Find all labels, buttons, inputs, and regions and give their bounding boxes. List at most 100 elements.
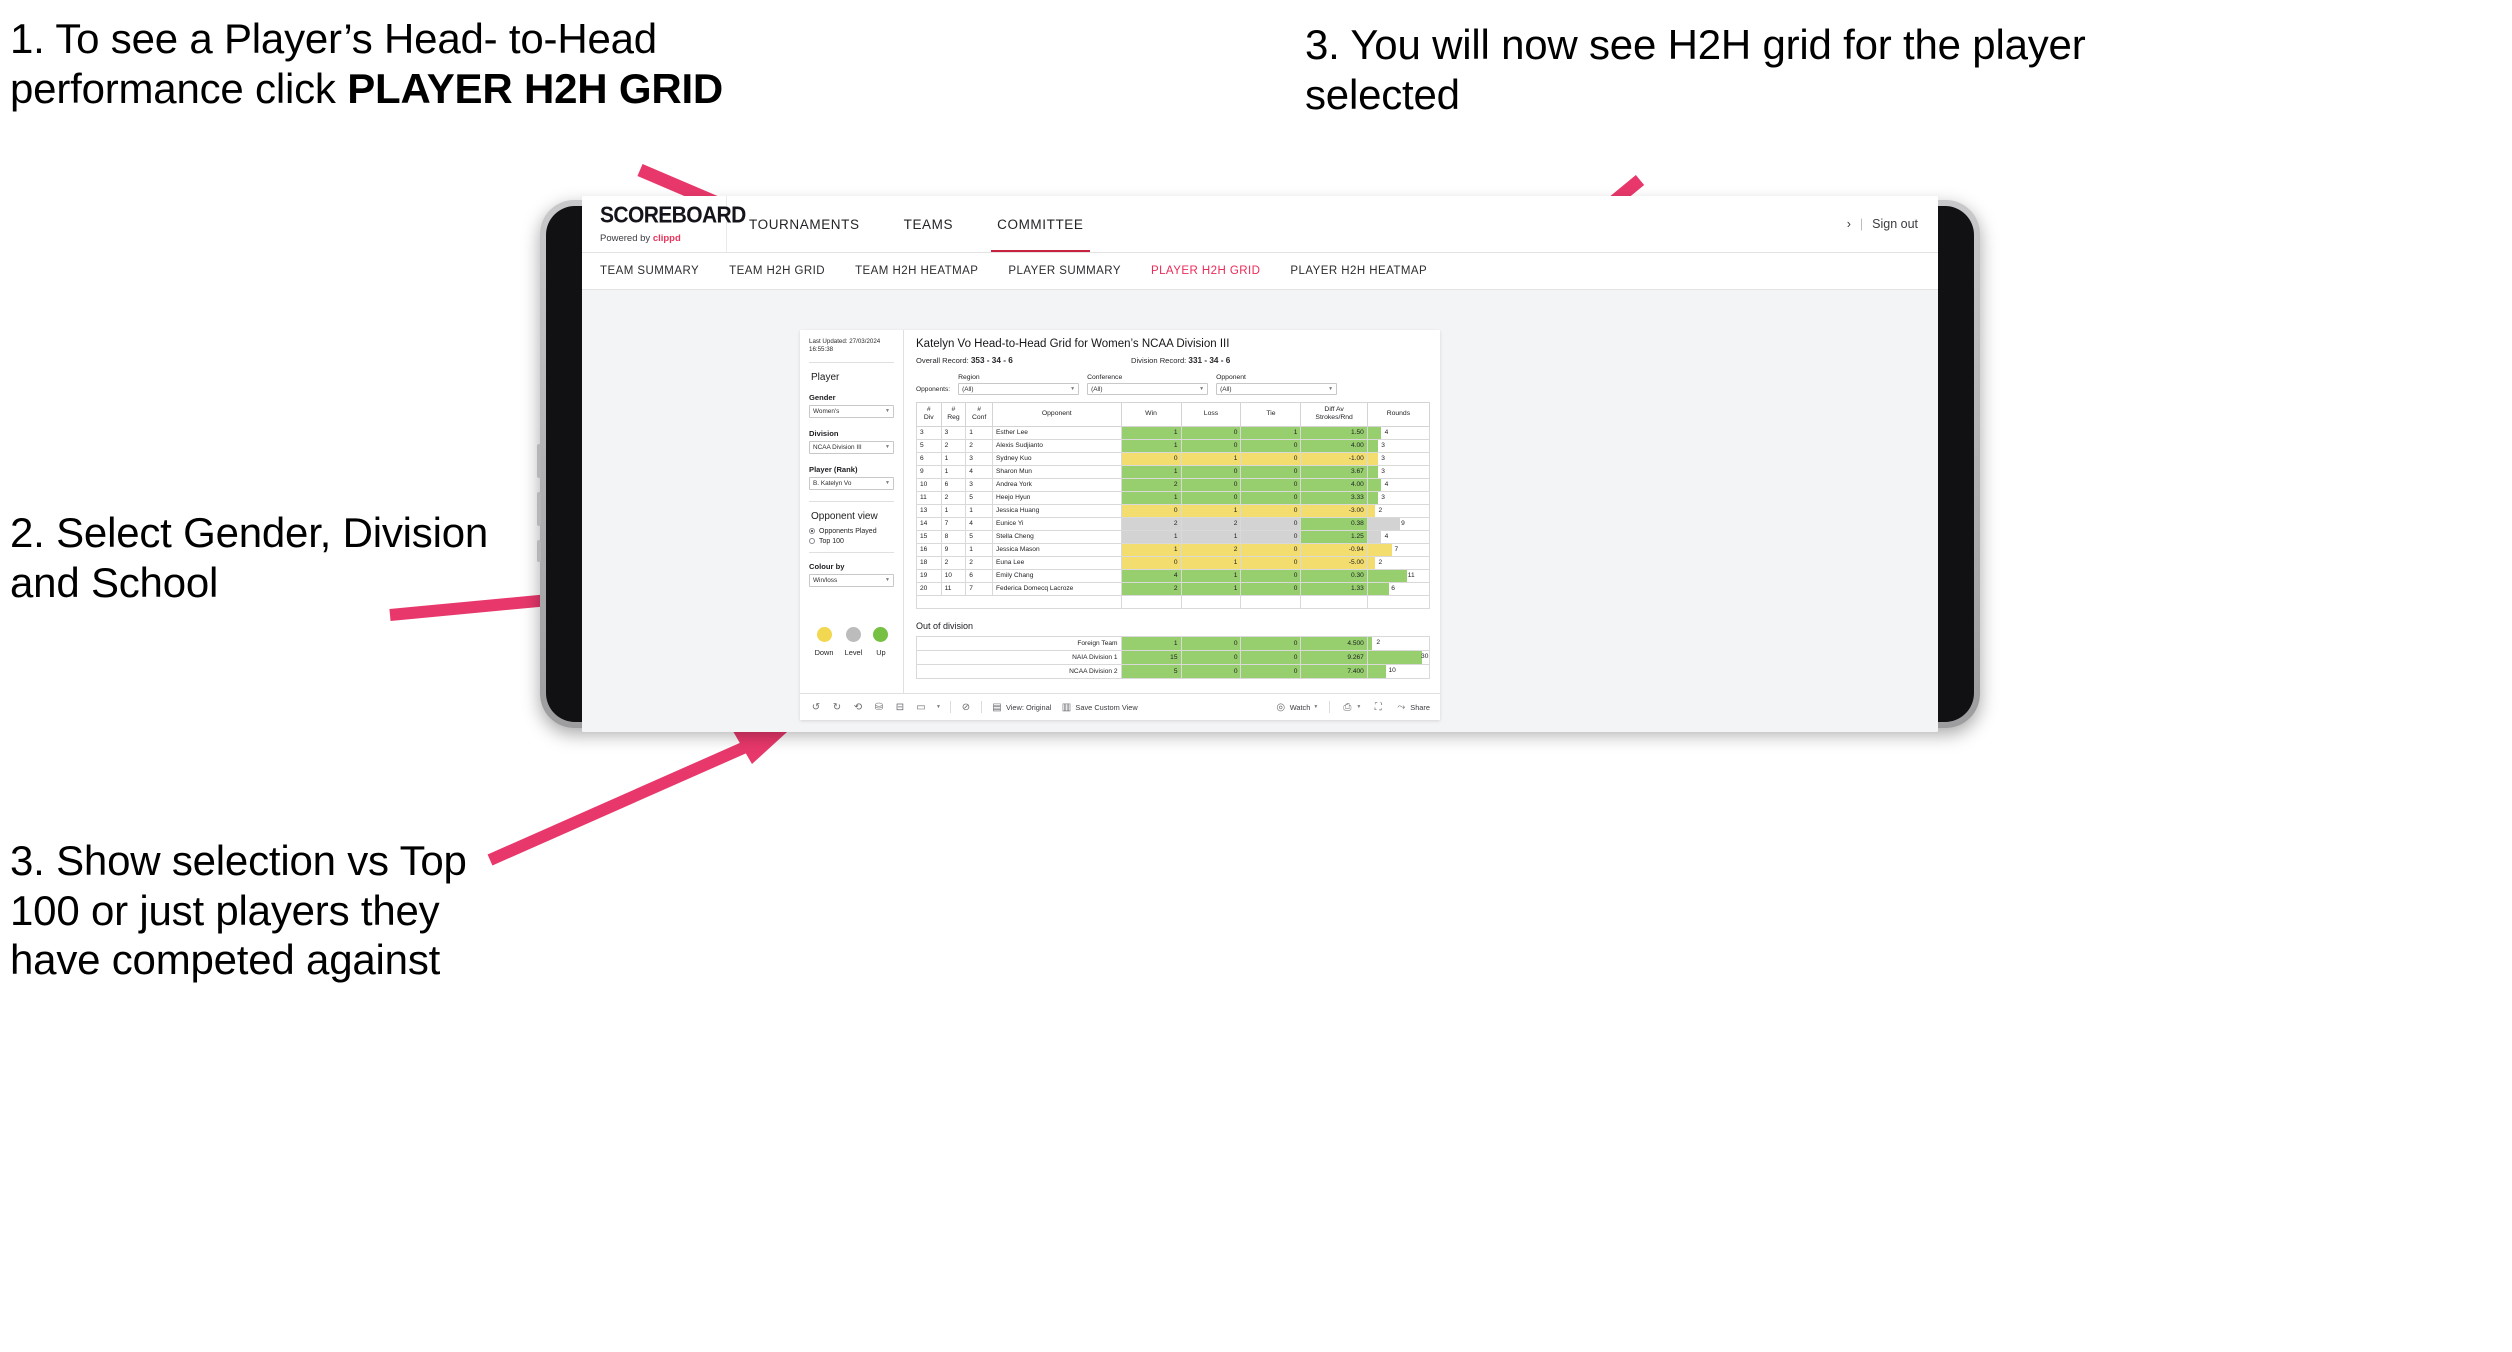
cell-out-of-division-name: NAIA Division 1 (916, 649, 1122, 665)
app-topbar: SCOREBOARD Powered by clippd TOURNAMENTS… (582, 196, 1938, 253)
view-original-button[interactable]: ▤ View: Original (991, 701, 1051, 713)
alerts-icon[interactable]: ⊘ (960, 701, 972, 713)
filter-colour-by-select[interactable]: Win/loss ▼ (809, 573, 894, 587)
cell-reg: 2 (940, 438, 967, 453)
filter-division-value: NCAA Division III (813, 443, 862, 451)
cell-diff: 0.38 (1300, 516, 1368, 531)
tablet-screen: SCOREBOARD Powered by clippd TOURNAMENTS… (582, 196, 1938, 732)
table-row[interactable]: 11 2 5 Heejo Hyun 1 0 0 3.33 3 (916, 490, 1431, 505)
tablet-device: SCOREBOARD Powered by clippd TOURNAMENTS… (537, 196, 1980, 732)
table-row[interactable]: 14 7 4 Eunice Yi 2 2 0 0.38 9 (916, 516, 1431, 531)
revert-icon[interactable]: ⟲ (852, 701, 864, 713)
filter-division-label: Division (809, 428, 839, 438)
legend-dot-down (816, 626, 832, 642)
tablet-button-power[interactable] (537, 540, 541, 562)
cell-tie: 0 (1240, 649, 1302, 665)
redo-icon[interactable]: ↻ (831, 701, 843, 713)
table-row[interactable]: 9 1 4 Sharon Mun 1 0 0 3.67 3 (916, 464, 1431, 479)
subscribe-button[interactable]: ⎙ ▼ (1341, 701, 1361, 713)
nav-item-teams[interactable]: TEAMS (882, 196, 976, 252)
cell-div: 3 (916, 425, 942, 440)
table-row[interactable]: 13 1 1 Jessica Huang 0 1 0 -3.00 2 (916, 503, 1431, 518)
brand-logo[interactable]: SCOREBOARD Powered by clippd (582, 196, 746, 252)
table-row[interactable]: 5 2 2 Alexis Sudjianto 1 0 0 4.00 3 (916, 438, 1431, 453)
table-row[interactable]: 19 10 6 Emily Chang 4 1 0 0.30 11 (916, 568, 1431, 583)
filter-opponent-select[interactable]: (All) ▼ (1216, 383, 1338, 395)
filter-gender-select[interactable]: Women's ▼ (809, 404, 894, 418)
cell-rounds: 2 (1366, 503, 1431, 518)
pause-icon[interactable]: ⊟ (894, 701, 906, 713)
filter-opponent-label: Opponent (1216, 374, 1246, 381)
fullscreen-icon[interactable]: ⛶ (1372, 701, 1384, 713)
cell-loss: 1 (1180, 581, 1242, 596)
tablet-button-volume-up[interactable] (537, 444, 541, 478)
table-row[interactable]: 18 2 2 Euna Lee 0 1 0 -5.00 2 (916, 555, 1431, 570)
cell-loss: 1 (1180, 451, 1242, 466)
nav-item-tournaments[interactable]: TOURNAMENTS (727, 196, 882, 252)
legend-item-level: Level (845, 626, 862, 657)
radio-opponents-played[interactable]: Opponents Played (809, 528, 894, 535)
cell-tie: 1 (1240, 425, 1302, 440)
filter-player-rank-select[interactable]: B. Katelyn Vo ▼ (809, 476, 894, 490)
cell-tie: 0 (1240, 503, 1302, 518)
cell-loss: 2 (1180, 516, 1242, 531)
brand-powered-name: clippd (652, 233, 681, 244)
cell-win: 0 (1120, 503, 1182, 518)
cell-diff: 3.33 (1300, 490, 1368, 505)
cell-opponent: Sydney Kuo (992, 451, 1122, 466)
cell-conf: 7 (965, 581, 994, 596)
tablet-bezel: SCOREBOARD Powered by clippd TOURNAMENTS… (546, 196, 1974, 732)
cell-div: 15 (916, 529, 942, 544)
chevron-down-icon: ▼ (885, 408, 890, 415)
table-row[interactable]: 3 3 1 Esther Lee 1 0 1 1.50 4 (916, 425, 1431, 440)
chevron-down-icon: ▼ (1313, 704, 1319, 710)
brand-powered-prefix: Powered by (600, 233, 653, 244)
table-row[interactable]: 15 8 5 Stella Cheng 1 1 0 1.25 4 (916, 529, 1431, 544)
cell-tie: 0 (1240, 555, 1302, 570)
table-row[interactable]: NCAA Division 2 5 0 0 7.400 10 (916, 663, 1431, 679)
cell-conf: 3 (965, 451, 994, 466)
filter-division-select[interactable]: NCAA Division III ▼ (809, 440, 894, 454)
tablet-button-volume-down[interactable] (537, 492, 541, 526)
watch-button[interactable]: ◎ Watch ▼ (1275, 701, 1319, 713)
filter-conference-select[interactable]: (All) ▼ (1087, 383, 1209, 395)
cell-div: 19 (916, 568, 942, 583)
tab-team-summary[interactable]: TEAM SUMMARY (600, 265, 699, 277)
cell-conf: 5 (965, 529, 994, 544)
cell-diff: 4.500 (1300, 635, 1368, 651)
share-icon: ⤳ (1397, 701, 1406, 713)
table-row[interactable]: Foreign Team 1 0 0 4.500 2 (916, 635, 1431, 651)
table-row[interactable]: NAIA Division 1 15 0 0 9.267 30 (916, 649, 1431, 665)
table-row[interactable]: 20 11 7 Federica Domecq Lacroze 2 1 0 1.33 6 (916, 581, 1431, 596)
tab-player-h2h-grid[interactable]: PLAYER H2H GRID (1151, 265, 1260, 277)
chevron-down-icon[interactable]: ▼ (936, 704, 941, 710)
callout-step-1-line1: 1. To see a Player’s Head- (10, 15, 498, 62)
table-row[interactable]: 6 1 3 Sydney Kuo 0 1 0 -1.00 3 (916, 451, 1431, 466)
col-diff-av-strokes: Diff Av Strokes/Rnd (1300, 402, 1368, 427)
save-custom-view-button[interactable]: ▥ Save Custom View (1060, 701, 1138, 713)
cell-rounds: 2 (1366, 555, 1431, 570)
filter-gender: Gender Women's ▼ (809, 393, 894, 418)
refresh-icon[interactable]: ⛁ (873, 701, 885, 713)
table-row[interactable]: 16 9 1 Jessica Mason 1 2 0 -0.94 7 (916, 542, 1431, 557)
chevron-right-icon[interactable]: › (1847, 217, 1851, 231)
tab-team-h2h-heatmap[interactable]: TEAM H2H HEATMAP (855, 265, 978, 277)
tab-player-summary[interactable]: PLAYER SUMMARY (1008, 265, 1121, 277)
filter-conference-label: Conference (1087, 374, 1123, 381)
sign-out-link[interactable]: Sign out (1872, 217, 1918, 231)
filter-region-select[interactable]: (All) ▼ (958, 383, 1080, 395)
table-row[interactable]: 10 6 3 Andrea York 2 0 0 4.00 4 (916, 477, 1431, 492)
h2h-grid-body: 3 3 1 Esther Lee 1 0 1 1.50 4 5 2 2 Alexis Sudjianto… (916, 425, 1431, 609)
nav-item-committee[interactable]: COMMITTEE (975, 196, 1105, 252)
cell-rounds: 30 (1366, 649, 1431, 665)
filter-player-rank-label: Player (Rank) (809, 464, 858, 474)
tab-team-h2h-grid[interactable]: TEAM H2H GRID (729, 265, 825, 277)
radio-top-100[interactable]: Top 100 (809, 538, 894, 545)
cell-loss: 1 (1180, 529, 1242, 544)
device-layout-icon[interactable]: ▭ (915, 701, 927, 713)
undo-icon[interactable]: ↺ (810, 701, 822, 713)
share-button[interactable]: ⤳ Share (1395, 701, 1430, 713)
tab-player-h2h-heatmap[interactable]: PLAYER H2H HEATMAP (1290, 265, 1427, 277)
cell-rounds: 3 (1366, 438, 1431, 453)
cell-conf: 1 (965, 542, 994, 557)
